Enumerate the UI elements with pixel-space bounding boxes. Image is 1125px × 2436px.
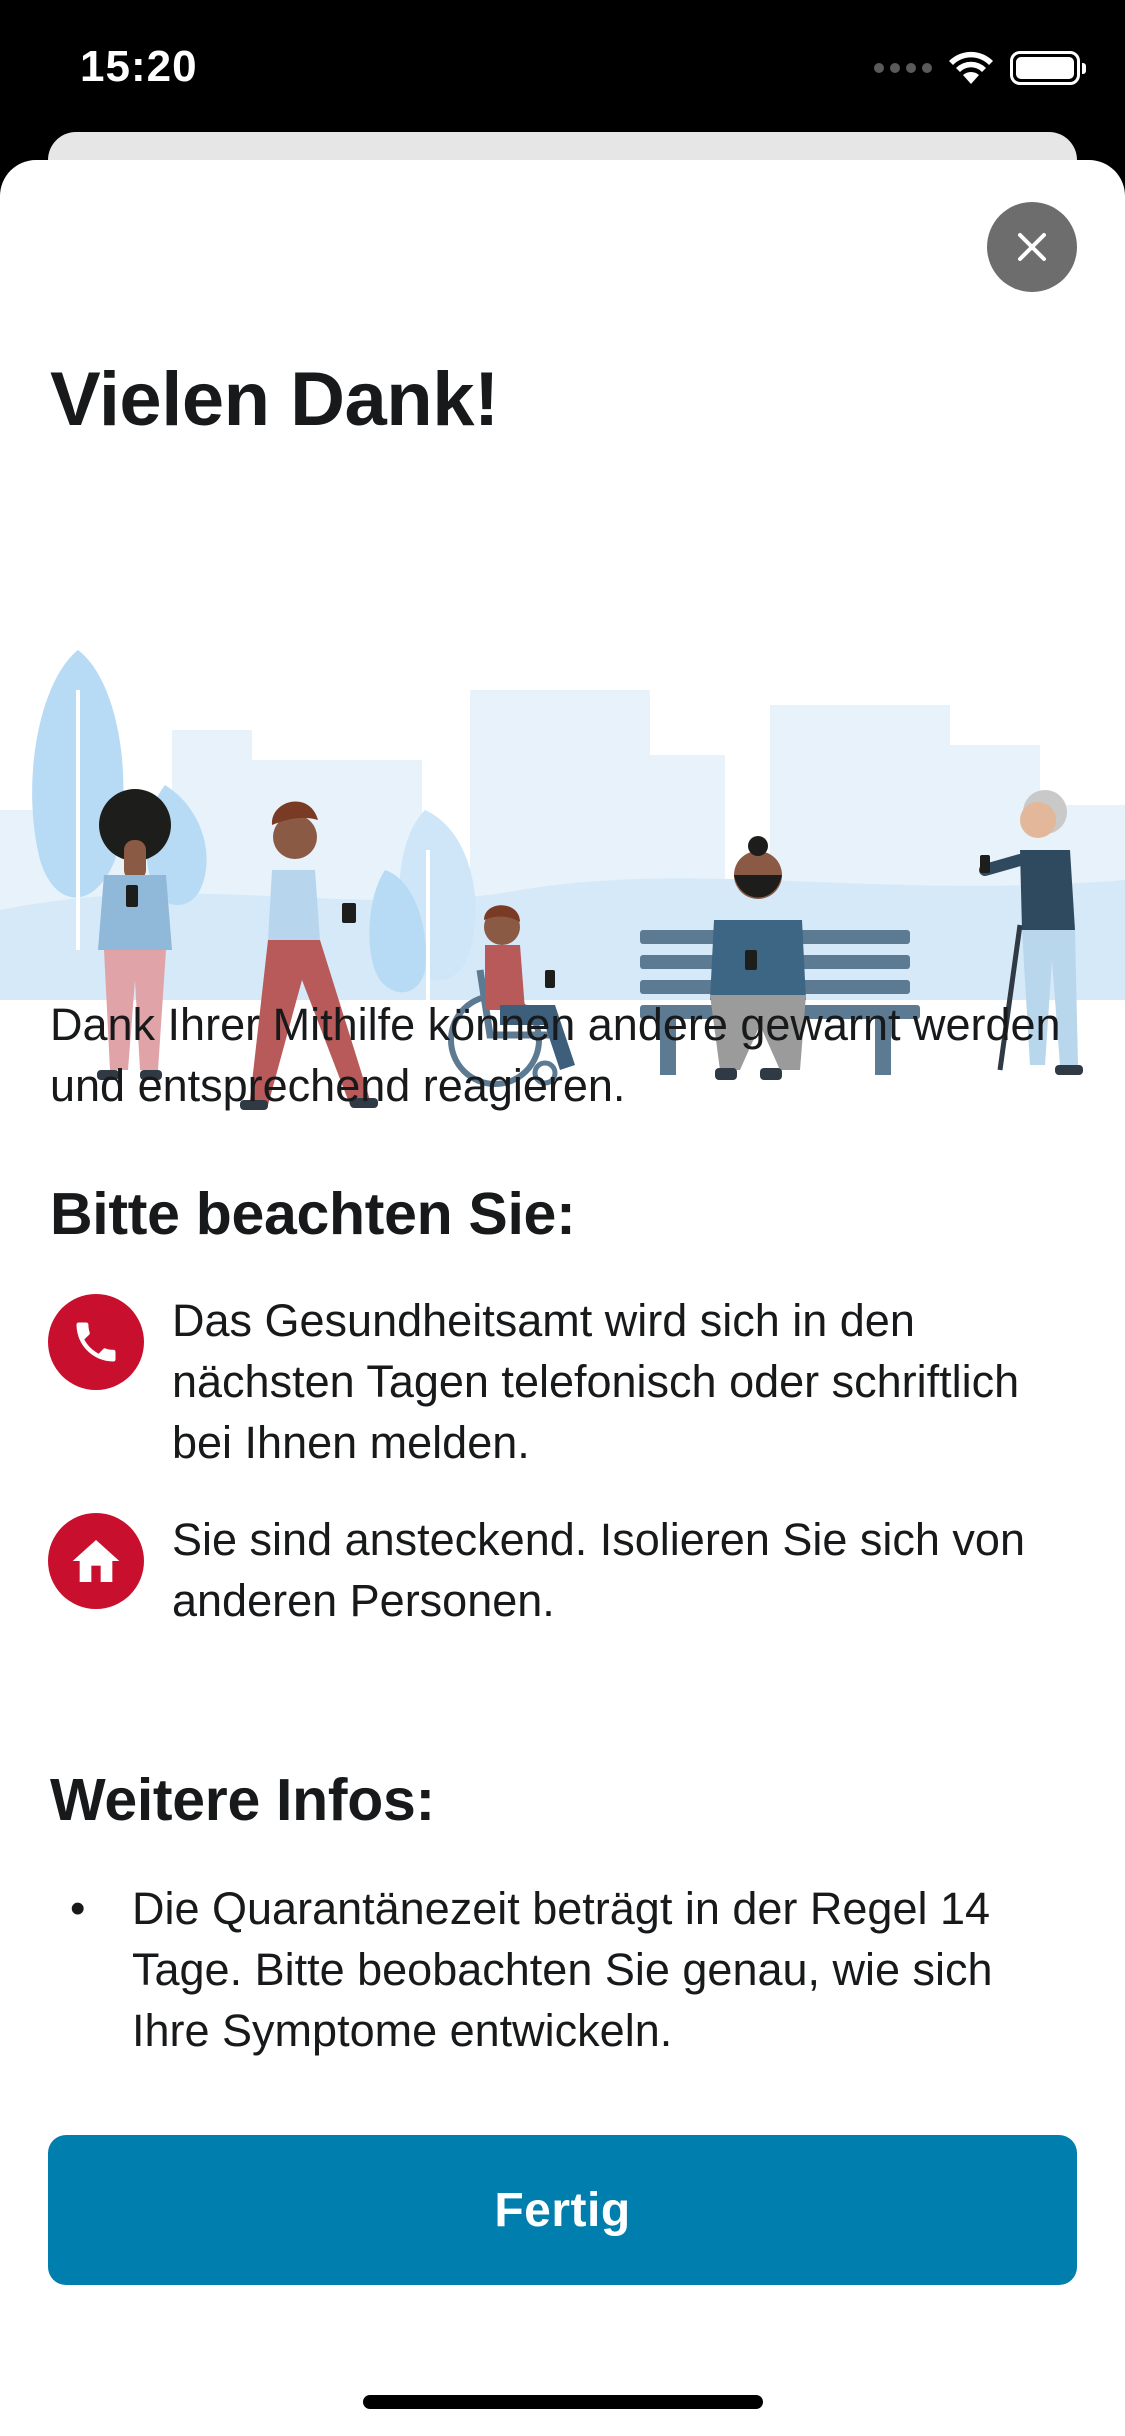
status-bar: 15:20 bbox=[0, 0, 1125, 135]
page-title: Vielen Dank! bbox=[50, 357, 499, 442]
more-info-list: • Die Quarantänezeit beträgt in der Rege… bbox=[70, 1878, 1070, 2061]
intro-text: Dank Ihrer Mithilfe können andere gewarn… bbox=[50, 999, 1061, 1111]
more-info-heading: Weitere Infos: bbox=[50, 1767, 435, 1833]
note-item-phone: Das Gesundheitsamt wird sich in den näch… bbox=[48, 1290, 1088, 1473]
note-item-text: Das Gesundheitsamt wird sich in den näch… bbox=[172, 1295, 1020, 1468]
note-item-text: Sie sind ansteckend. Isolieren Sie sich … bbox=[172, 1514, 1025, 1626]
list-item-text: Die Quarantänezeit beträgt in der Regel … bbox=[132, 1883, 993, 2056]
done-button[interactable]: Fertig bbox=[48, 2135, 1077, 2285]
home-indicator[interactable] bbox=[363, 2395, 763, 2409]
home-icon bbox=[48, 1513, 144, 1609]
phone-icon bbox=[48, 1294, 144, 1390]
battery-icon bbox=[1010, 51, 1086, 85]
note-item-home: Sie sind ansteckend. Isolieren Sie sich … bbox=[48, 1509, 1088, 1631]
cellular-signal-icon bbox=[874, 63, 932, 73]
wifi-icon bbox=[949, 51, 993, 84]
close-icon bbox=[1018, 233, 1046, 261]
status-time: 15:20 bbox=[80, 42, 198, 91]
modal-sheet: Vielen Dank! Dank Ihrer Mithilfe können … bbox=[0, 160, 1125, 2436]
bullet-icon: • bbox=[70, 1884, 86, 1933]
close-button[interactable] bbox=[987, 202, 1077, 292]
note-heading: Bitte beachten Sie: bbox=[50, 1181, 576, 1247]
status-icons bbox=[874, 50, 1086, 86]
list-item: • Die Quarantänezeit beträgt in der Rege… bbox=[70, 1878, 1070, 2061]
